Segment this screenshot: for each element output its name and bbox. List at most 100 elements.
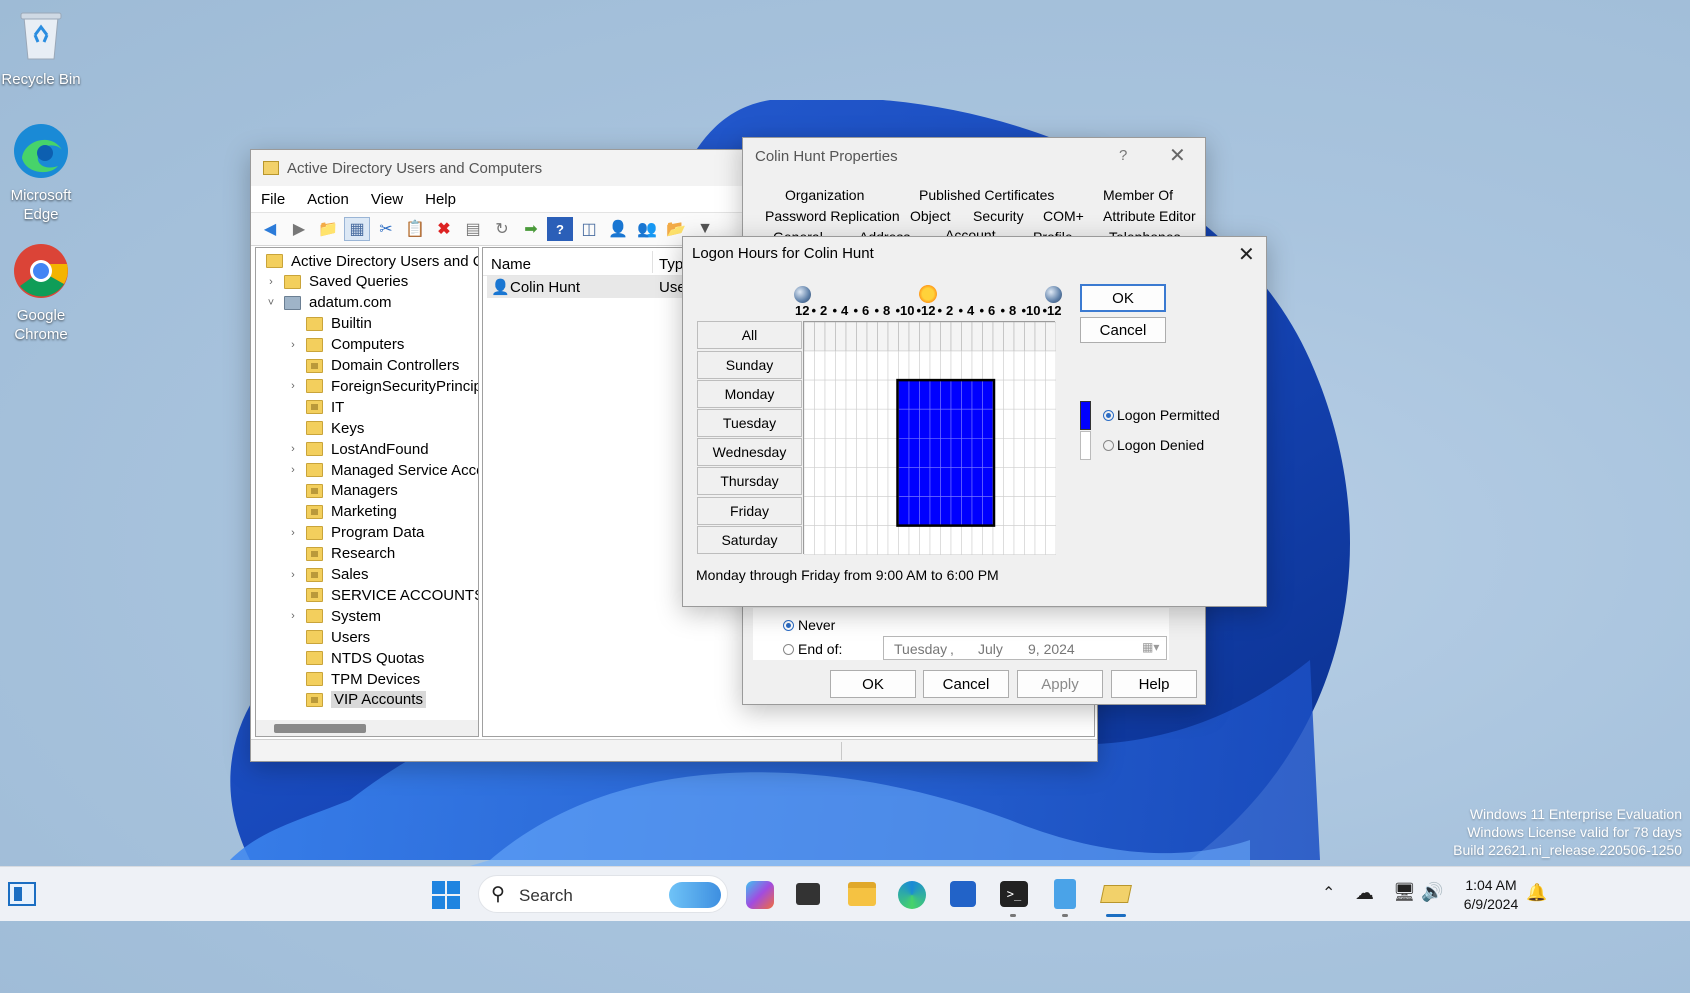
chevron-right-icon[interactable]: › [286,339,300,351]
hour-column-button[interactable] [845,321,857,352]
menu-action[interactable]: Action [307,191,349,208]
hour-cell-denied[interactable] [1045,467,1057,497]
tree-item[interactable]: › Program Data [256,522,424,544]
hour-cell-permitted[interactable] [908,379,920,410]
hour-cell-denied[interactable] [992,525,1004,556]
tab-attribute-editor[interactable]: Attribute Editor [1103,208,1196,224]
start-icon[interactable] [432,881,460,909]
props-apply-button[interactable]: Apply [1017,670,1103,698]
hour-cell-permitted[interactable] [908,438,920,468]
hour-cell-denied[interactable] [908,525,920,556]
hour-cell-denied[interactable] [961,525,973,556]
paste-icon[interactable]: 📋 [402,217,428,241]
tree-item[interactable]: Domain Controllers [256,355,459,377]
file-explorer-icon[interactable] [848,882,876,906]
hour-cell-denied[interactable] [866,496,878,526]
tree-item[interactable]: VIP Accounts [256,689,426,711]
hour-cell-denied[interactable] [877,525,889,556]
hour-cell-denied[interactable] [835,525,847,556]
menu-view[interactable]: View [371,191,403,208]
hour-cell-permitted[interactable] [950,496,962,526]
up-folder-icon[interactable]: 📁 [315,217,341,241]
hour-cell-denied[interactable] [1024,350,1036,381]
hour-cell-permitted[interactable] [971,379,983,410]
logon-denied-radio[interactable]: Logon Denied [1103,437,1204,453]
clock[interactable]: 1:04 AM 6/9/2024 [1455,876,1527,914]
hour-cell-denied[interactable] [856,438,868,468]
hour-cell-denied[interactable] [919,350,931,381]
end-of-radio[interactable]: End of: [783,641,842,657]
hour-cell-denied[interactable] [824,379,836,410]
hour-cell-denied[interactable] [866,525,878,556]
hour-cell-permitted[interactable] [929,467,941,497]
hour-column-button[interactable] [1024,321,1036,352]
hour-cell-denied[interactable] [803,408,815,439]
hour-cell-permitted[interactable] [929,379,941,410]
hour-cell-denied[interactable] [1003,379,1015,410]
chevron-right-icon[interactable]: › [286,443,300,455]
hour-cell-permitted[interactable] [940,496,952,526]
hour-cell-denied[interactable] [1003,525,1015,556]
hour-cell-denied[interactable] [982,525,994,556]
calendar-dropdown-icon[interactable]: ▦▾ [1142,640,1159,654]
hour-cell-denied[interactable] [1034,379,1046,410]
show-hidden-icons[interactable]: ⌃ [1322,883,1335,903]
hour-cell-denied[interactable] [898,350,910,381]
hour-column-button[interactable] [982,321,994,352]
terminal-icon[interactable]: >_ [1000,881,1028,907]
hour-cell-denied[interactable] [877,467,889,497]
tab-object[interactable]: Object [910,208,950,224]
hour-cell-denied[interactable] [824,496,836,526]
hour-cell-permitted[interactable] [950,379,962,410]
column-name[interactable]: Name [491,256,531,273]
hour-cell-denied[interactable] [877,379,889,410]
hour-cell-denied[interactable] [898,525,910,556]
hour-column-button[interactable] [866,321,878,352]
hour-cell-denied[interactable] [1003,438,1015,468]
tree-item[interactable]: Users [256,626,370,648]
hour-cell-permitted[interactable] [919,496,931,526]
hour-cell-denied[interactable] [940,350,952,381]
tree-pane[interactable]: Active Directory Users and Comp › Saved Qu… [255,247,479,737]
day-button-sunday[interactable]: Sunday [697,351,802,379]
back-icon[interactable]: ◀ [257,217,283,241]
hour-cell-denied[interactable] [814,467,826,497]
logon-cancel-button[interactable]: Cancel [1080,317,1166,343]
hour-cell-denied[interactable] [1024,408,1036,439]
hour-cell-permitted[interactable] [961,408,973,439]
onedrive-offline-icon[interactable]: ☁ [1355,882,1374,905]
hour-cell-denied[interactable] [1045,350,1057,381]
hour-column-button[interactable] [971,321,983,352]
hour-cell-denied[interactable] [803,467,815,497]
desktop-icon-edge[interactable]: Microsoft Edge [0,120,82,224]
hour-cell-denied[interactable] [1045,525,1057,556]
chevron-right-icon[interactable]: › [286,464,300,476]
hour-column-button[interactable] [950,321,962,352]
props-cancel-button[interactable]: Cancel [923,670,1009,698]
hour-column-button[interactable] [1003,321,1015,352]
hour-column-button[interactable] [919,321,931,352]
hour-cell-denied[interactable] [1013,467,1025,497]
hour-cell-denied[interactable] [814,496,826,526]
hour-cell-denied[interactable] [1034,350,1046,381]
tab-com-plus[interactable]: COM+ [1043,208,1084,224]
hour-cell-denied[interactable] [835,496,847,526]
chevron-down-icon[interactable]: ˅ [264,297,278,309]
hour-column-button[interactable] [856,321,868,352]
desktop-icon-recycle-bin[interactable]: Recycle Bin [0,4,82,89]
hour-cell-permitted[interactable] [982,379,994,410]
tree-item[interactable]: Keys [256,417,364,439]
tab-member-of[interactable]: Member Of [1103,187,1173,203]
hour-cell-denied[interactable] [877,408,889,439]
tree-item[interactable]: Marketing [256,501,397,523]
hour-cell-denied[interactable] [824,525,836,556]
tree-item[interactable]: Managers [256,480,398,502]
tree-item[interactable]: Builtin [256,313,372,335]
hour-cell-denied[interactable] [1045,379,1057,410]
hour-cell-denied[interactable] [929,525,941,556]
desktop-icon-chrome[interactable]: Google Chrome [0,240,82,344]
hour-cell-denied[interactable] [940,525,952,556]
hour-cell-denied[interactable] [856,379,868,410]
hour-cell-denied[interactable] [845,496,857,526]
help-title-button[interactable]: ? [1119,147,1127,164]
